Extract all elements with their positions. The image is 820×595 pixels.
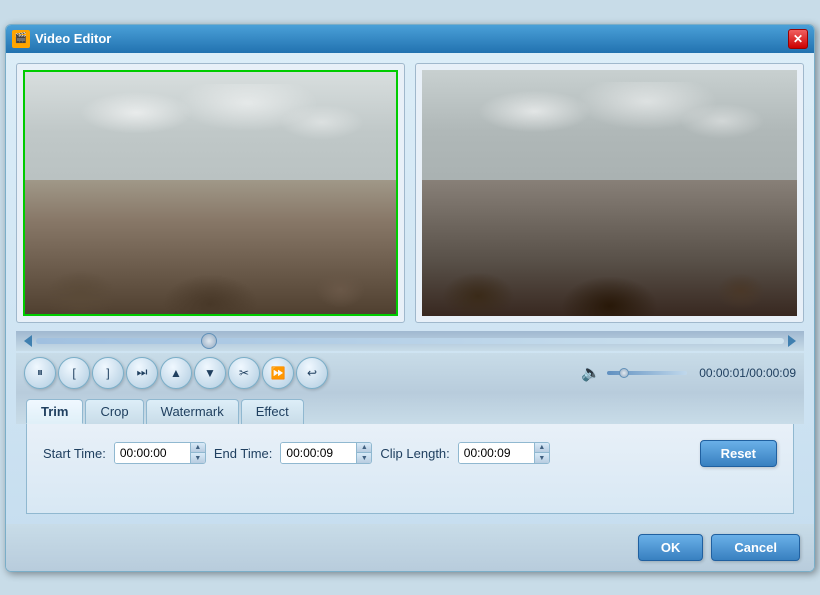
preview-row [16,63,804,323]
start-time-label: Start Time: [43,446,106,461]
start-time-spinner: ▲ ▼ [190,443,205,463]
seekbar-container [16,331,804,351]
rocks-layer [25,217,396,314]
start-time-input-group: ▲ ▼ [114,442,206,464]
reset-button[interactable]: Reset [700,440,777,467]
clouds-layer-r [422,82,797,180]
clouds-layer [25,84,396,181]
tab-effect[interactable]: Effect [241,399,304,424]
tab-trim[interactable]: Trim [26,399,83,424]
left-video-preview [23,70,398,316]
arrow-up-button[interactable]: ▲ [160,357,192,389]
controls-row: ⏸ [ ] ⏭ ▲ ▼ ✂ ⏩ ↩ [16,353,804,393]
volume-section: 🔈 00:00:01/00:00:09 [581,363,796,383]
end-time-input[interactable] [281,443,356,463]
end-time-label: End Time: [214,446,273,461]
start-time-input[interactable] [115,443,190,463]
seekbar-left-arrow[interactable] [24,335,32,347]
clip-length-spin-up[interactable]: ▲ [535,443,549,453]
undo-button[interactable]: ↩ [296,357,328,389]
bracket-right-button[interactable]: ] [92,357,124,389]
end-time-input-group: ▲ ▼ [280,442,372,464]
footer-row: OK Cancel [6,524,814,571]
tab-content: Start Time: ▲ ▼ End Time: ▲ ▼ Cl [26,424,794,514]
clip-length-input[interactable] [459,443,534,463]
pause-button[interactable]: ⏸ [24,357,56,389]
skip-next-button[interactable]: ⏭ [126,357,158,389]
cancel-button[interactable]: Cancel [711,534,800,561]
clip-length-input-group: ▲ ▼ [458,442,550,464]
end-time-spinner: ▲ ▼ [356,443,371,463]
rocks-layer-r [422,217,797,315]
seekbar-right-arrow[interactable] [788,335,796,347]
seekbar-track[interactable] [36,338,784,344]
volume-track[interactable] [607,371,687,375]
tab-watermark[interactable]: Watermark [146,399,239,424]
right-video-preview [422,70,797,316]
volume-icon: 🔈 [581,363,601,383]
trim-content: Start Time: ▲ ▼ End Time: ▲ ▼ Cl [43,440,777,467]
clip-length-spinner: ▲ ▼ [534,443,549,463]
volume-thumb[interactable] [619,368,629,378]
clip-length-label: Clip Length: [380,446,449,461]
left-preview-panel [16,63,405,323]
start-time-spin-up[interactable]: ▲ [191,443,205,453]
start-time-spin-down[interactable]: ▼ [191,453,205,463]
tabs-row: Trim Crop Watermark Effect [16,393,804,424]
bracket-left-button[interactable]: [ [58,357,90,389]
tab-crop[interactable]: Crop [85,399,143,424]
app-icon: 🎬 [12,30,30,48]
video-editor-window: 🎬 Video Editor ✕ [5,24,815,572]
end-time-spin-up[interactable]: ▲ [357,443,371,453]
window-title: Video Editor [35,31,788,46]
cut-button[interactable]: ✂ [228,357,260,389]
close-button[interactable]: ✕ [788,29,808,49]
time-display: 00:00:01/00:00:09 [699,366,796,380]
end-time-spin-down[interactable]: ▼ [357,453,371,463]
skip-end-button[interactable]: ⏩ [262,357,294,389]
right-preview-panel [415,63,804,323]
ok-button[interactable]: OK [638,534,704,561]
arrow-down-button[interactable]: ▼ [194,357,226,389]
main-content: ⏸ [ ] ⏭ ▲ ▼ ✂ ⏩ ↩ [6,53,814,524]
clip-length-spin-down[interactable]: ▼ [535,453,549,463]
seekbar-thumb[interactable] [201,333,217,349]
titlebar: 🎬 Video Editor ✕ [6,25,814,53]
